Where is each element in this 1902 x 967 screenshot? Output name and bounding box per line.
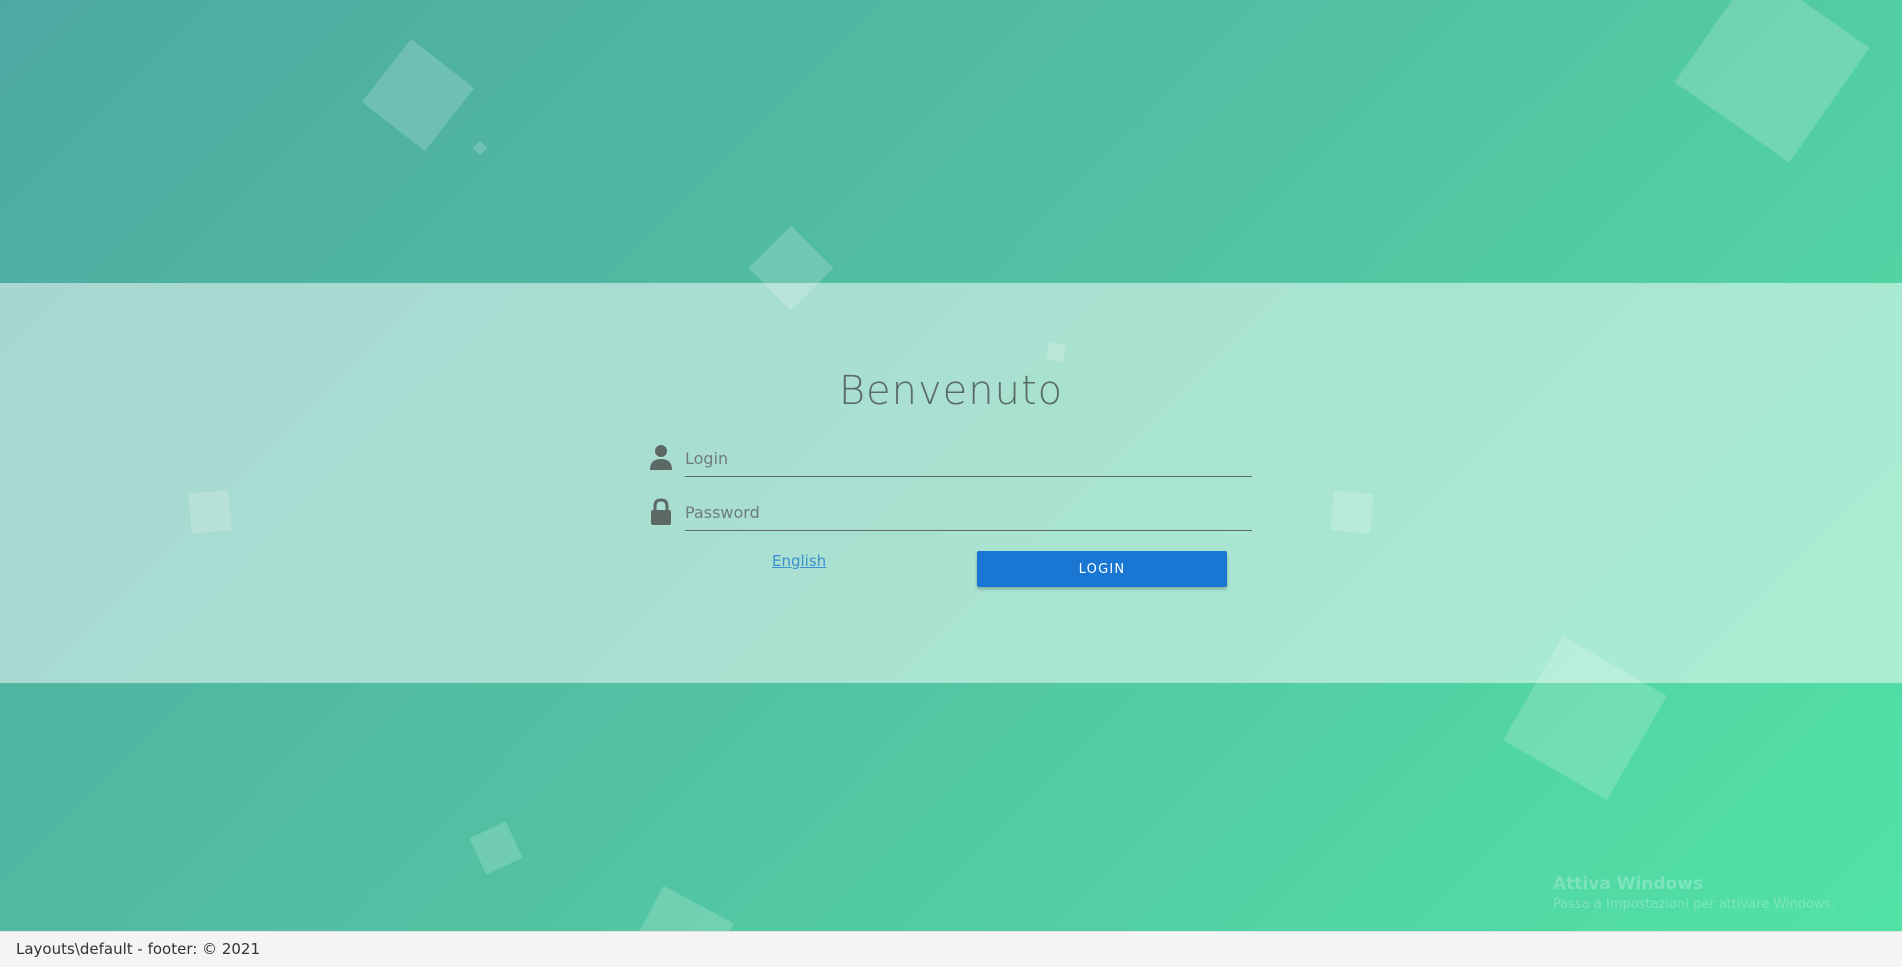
language-link[interactable]: English — [772, 552, 826, 570]
page-title: Benvenuto — [838, 368, 1064, 414]
decorative-square — [469, 821, 523, 875]
watermark-title: Attiva Windows — [1553, 874, 1704, 894]
login-input[interactable] — [685, 440, 1252, 477]
decorative-square — [361, 38, 475, 152]
background: Benvenuto English LOGIN Attiva Win — [0, 0, 1902, 931]
decorative-square — [472, 140, 488, 156]
password-field — [650, 494, 1252, 534]
decorative-square — [625, 885, 735, 931]
login-band — [0, 283, 1902, 683]
lock-icon — [650, 498, 676, 526]
password-input[interactable] — [685, 494, 1252, 531]
user-icon — [650, 444, 676, 472]
login-field — [650, 440, 1252, 480]
footer: Layouts\default - footer: © 2021 — [0, 931, 1902, 967]
watermark-subtitle: Passa a Impostazioni per attivare Window… — [1553, 897, 1836, 912]
decorative-square — [1674, 0, 1870, 163]
login-page: Benvenuto English LOGIN Attiva Win — [0, 0, 1902, 967]
activation-watermark: Attiva Windows Passa a Impostazioni per … — [1553, 874, 1835, 912]
login-button[interactable]: LOGIN — [977, 551, 1227, 587]
footer-text: Layouts\default - footer: © 2021 — [16, 940, 260, 958]
